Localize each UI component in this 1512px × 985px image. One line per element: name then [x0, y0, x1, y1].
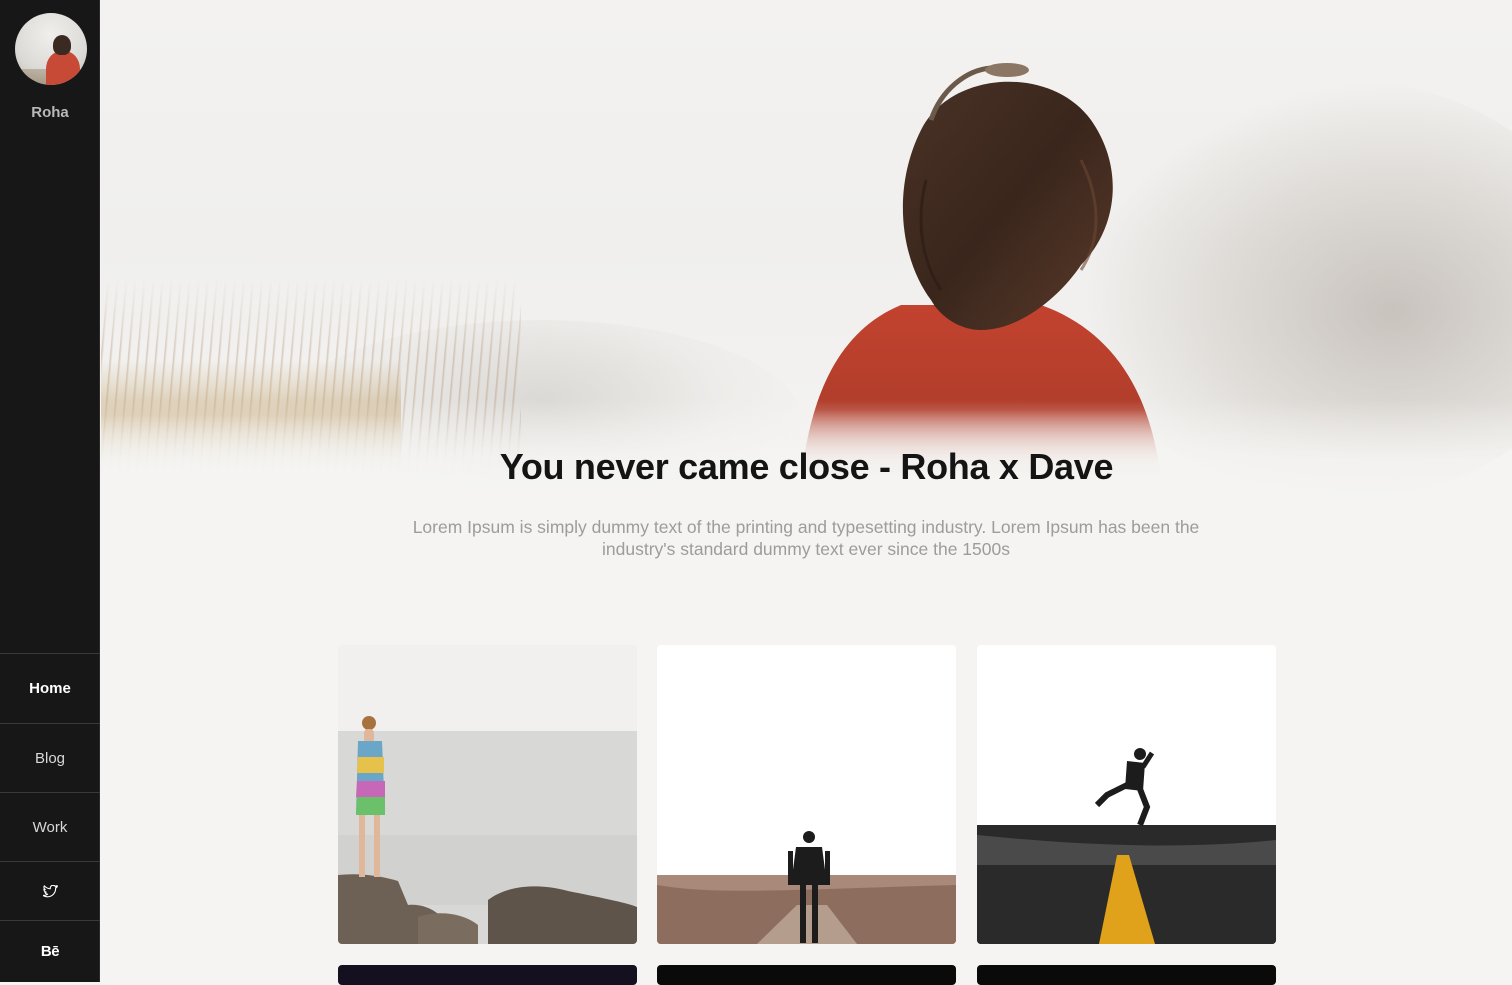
nav-item-home[interactable]: Home: [0, 653, 100, 723]
man-in-fog-photo: [657, 645, 956, 944]
gallery-item-row2-2[interactable]: [657, 965, 956, 985]
avatar[interactable]: [15, 13, 87, 85]
avatar-hair: [53, 35, 71, 55]
profile-name[interactable]: Roha: [0, 104, 100, 121]
twitter-icon: [42, 884, 58, 897]
hero-fade: [101, 400, 1512, 600]
girl-by-sea-photo: [338, 645, 637, 944]
hero-banner: [101, 0, 1512, 600]
sidebar-nav: Home Blog Work Bē: [0, 653, 100, 981]
man-jumping-road-photo: [977, 645, 1276, 944]
page-title: You never came close - Roha x Dave: [499, 446, 1114, 487]
gallery-item-man-in-fog[interactable]: [657, 645, 956, 944]
twitter-link[interactable]: [0, 861, 100, 920]
nav-item-blog[interactable]: Blog: [0, 723, 100, 792]
page-subtitle: Lorem Ipsum is simply dummy text of the …: [412, 517, 1200, 559]
gallery-item-girl-by-sea[interactable]: [338, 645, 637, 944]
gallery-item-man-jumping-road[interactable]: [977, 645, 1276, 944]
nav-item-home-label: Home: [29, 680, 71, 697]
sidebar: Roha Home Blog Work Bē: [0, 0, 100, 982]
nav-item-work-label: Work: [32, 818, 68, 836]
nav-item-blog-label: Blog: [34, 749, 66, 767]
avatar-sweater: [46, 51, 80, 85]
gallery-item-row2-3[interactable]: [977, 965, 1276, 985]
behance-icon: Bē: [40, 942, 60, 960]
gallery-item-row2-1[interactable]: [338, 965, 637, 985]
nav-item-work[interactable]: Work: [0, 792, 100, 861]
behance-link[interactable]: Bē: [0, 920, 100, 981]
